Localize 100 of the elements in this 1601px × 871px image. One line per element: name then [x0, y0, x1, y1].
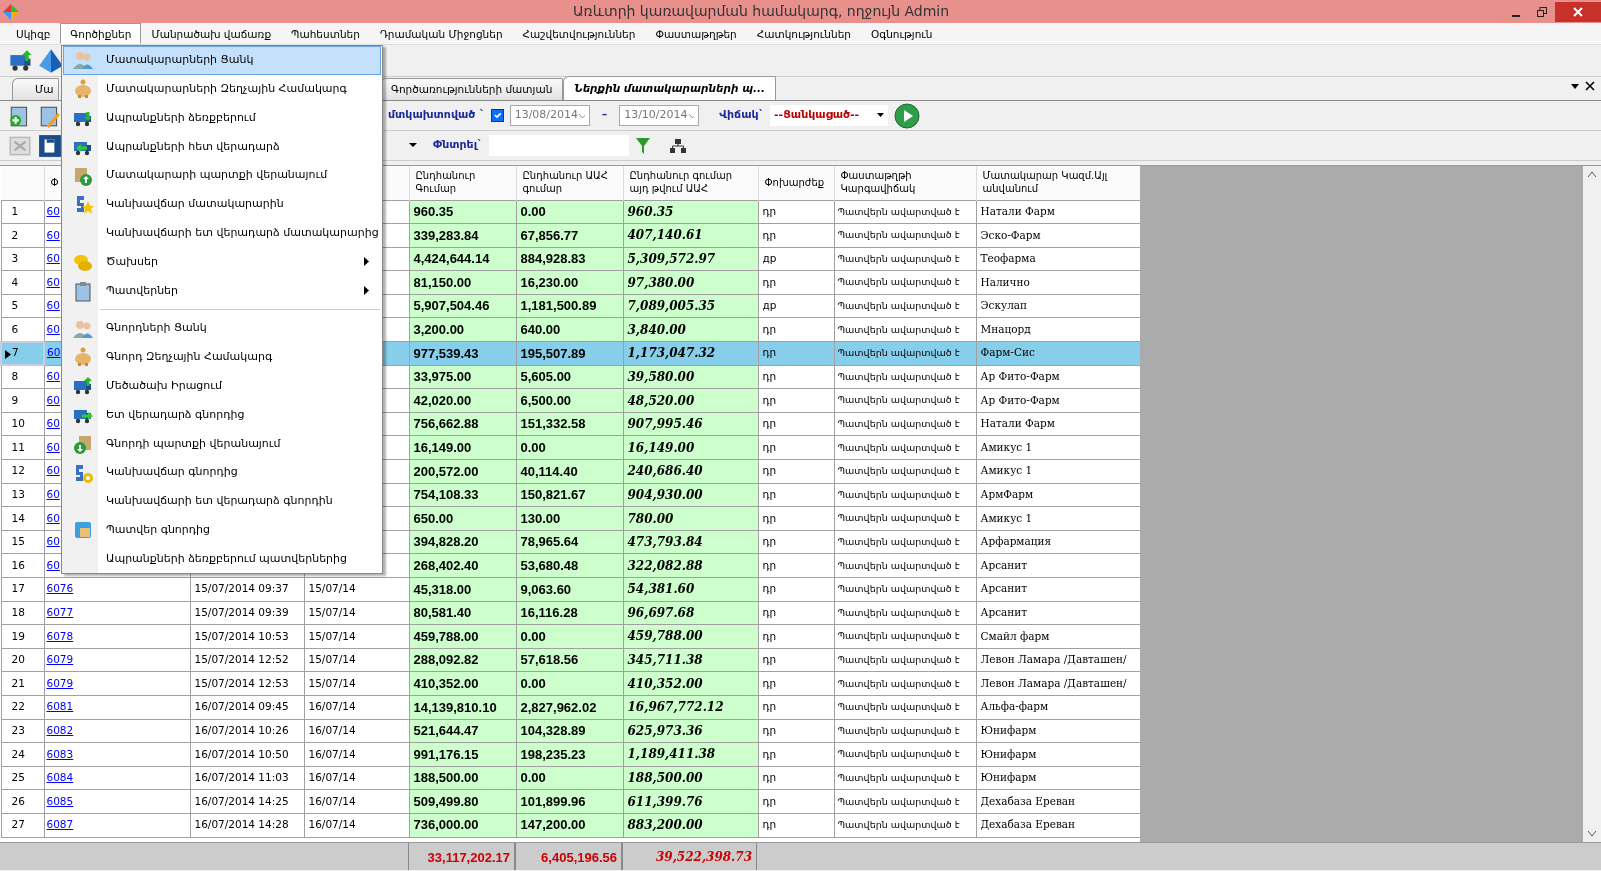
tab[interactable]: Մա — [12, 78, 59, 100]
document-link[interactable]: 6079 — [46, 676, 74, 689]
table-cell: 16,149.00 — [409, 435, 516, 460]
caret-icon[interactable] — [409, 143, 417, 148]
menu-item[interactable]: Օգնություն — [861, 23, 943, 44]
menu-item[interactable]: Մատակարարի պարտքի վերանայում — [63, 161, 381, 190]
table-cell: 45,318.00 — [409, 577, 516, 602]
menu-item[interactable]: Հատկություններ — [746, 23, 861, 44]
document-link[interactable]: 6087 — [46, 818, 74, 831]
table-cell: Պատվերն ավարտված է — [834, 388, 976, 413]
document-link[interactable]: 6077 — [46, 606, 74, 618]
document-link[interactable]: 60 — [46, 488, 60, 501]
table-row[interactable]: 22 6081 16/07/2014 09:45 16/07/14 14,139,810.10 2,827,962.02 16,967,772.12 դր Պատվերն ավարտված է Альфа-фарм — [1, 695, 1140, 720]
table-cell: 4,424,644.14 — [409, 247, 516, 271]
document-link[interactable]: 60 — [46, 511, 60, 524]
state-dropdown[interactable]: --Ցանկացած-- — [770, 105, 889, 126]
menu-item[interactable]: Սկիզբ — [6, 23, 61, 44]
table-row[interactable]: 25 6084 16/07/2014 11:03 16/07/14 188,500.00 0.00 188,500.00 դր Պատվերն ավարտված է Юнифарм — [1, 766, 1140, 790]
date-filter-checkbox[interactable] — [490, 109, 504, 122]
table-cell: 78,965.64 — [516, 530, 623, 554]
document-link[interactable]: 60 — [46, 252, 60, 265]
menu-item[interactable]: Գործիքներ — [60, 23, 142, 44]
table-cell: 198,235.23 — [516, 742, 623, 767]
document-link[interactable]: 60 — [46, 393, 60, 406]
document-link[interactable]: 60 — [46, 464, 60, 477]
scroll-down-icon[interactable] — [1587, 830, 1597, 838]
table-row[interactable]: 26 6085 16/07/2014 14:25 16/07/14 509,499.80 101,899.96 611,399.76 դր Պատվերն ավարտված է Дехабаза Ереван — [1, 789, 1140, 814]
play-button[interactable] — [894, 102, 921, 129]
tab-list-icon[interactable] — [1569, 81, 1580, 91]
table-cell: 754,108.33 — [409, 483, 516, 507]
table-row[interactable]: 24 6083 16/07/2014 10:50 16/07/14 991,176.15 198,235.23 1,189,411.38 դր Պատվերն ավարտված է Юнифарм — [1, 742, 1140, 767]
table-row[interactable]: 27 6087 16/07/2014 14:28 16/07/14 736,000.00 147,200.00 883,200.00 դր Պատվերն ավարտված է Дехабаза Ереван — [1, 813, 1140, 838]
table-row[interactable]: 17 6076 15/07/2014 09:37 15/07/14 45,318.00 9,063.60 54,381.60 դր Պատվերն ավարտված է Арсанит — [1, 577, 1140, 602]
document-link[interactable]: 60 — [46, 322, 60, 335]
column-header: Մատակարար Կազմ.Այլ անվանում — [982, 170, 1108, 194]
table-cell: 16/07/14 — [308, 724, 356, 736]
menu-item[interactable]: Ապրանքների հետ վերադարձ — [63, 132, 381, 162]
table-cell: դր — [758, 223, 834, 248]
column-header: Ընդհանուր գումար այդ թվում ԱԱՀ — [629, 170, 733, 194]
document-link[interactable]: 60 — [46, 299, 60, 312]
restore-icon — [1537, 6, 1547, 17]
table-row[interactable]: 21 6079 15/07/2014 12:53 15/07/14 410,352.00 0.00 410,352.00 դր Պատվերն ավարտված է Левон Ламара /Давташен/ — [1, 671, 1140, 696]
document-link[interactable]: 60 — [46, 440, 60, 453]
table-row[interactable]: 18 6077 15/07/2014 09:39 15/07/14 80,581.40 16,116.28 96,697.68 դր Պատվերն ավարտված է Арсанит — [1, 601, 1140, 625]
close-icon[interactable] — [1585, 81, 1595, 91]
table-cell: դր — [758, 388, 834, 413]
row-number: 4 — [1, 270, 44, 295]
document-link[interactable]: 6078 — [46, 629, 74, 642]
menu-item[interactable]: Հաշվետվություններ — [512, 23, 646, 44]
row-number: 24 — [1, 742, 44, 767]
table-cell: 81,150.00 — [409, 270, 516, 295]
total-cell: 33,117,202.17 — [408, 843, 515, 870]
menu-item[interactable]: Մատակարարների Զեղչային Համակարգ — [63, 74, 381, 104]
row-number: 11 — [1, 435, 44, 460]
menu-item[interactable]: Ապրանքների ձեռքբերում — [63, 103, 381, 133]
table-cell: 991,176.15 — [409, 742, 516, 767]
document-link[interactable]: 60 — [46, 558, 60, 571]
menu-item[interactable]: Պահեստներ — [281, 23, 370, 44]
window-title: Առևտրի կառավարման համակարգ, ողջույն Admin — [571, 2, 951, 21]
document-link[interactable]: 6082 — [46, 724, 74, 736]
hierarchy-icon[interactable] — [668, 137, 687, 154]
table-cell: 756,662.88 — [409, 412, 516, 436]
document-link[interactable]: 6083 — [46, 747, 74, 760]
menu-item[interactable]: Փաստաթղթեր — [645, 23, 747, 44]
row-number: 26 — [1, 789, 44, 814]
table-row[interactable]: 20 6079 15/07/2014 12:52 15/07/14 288,092.82 57,618.56 345,711.38 դր Պատվերն ավարտված է Левон Ламара /Давташен/ — [1, 648, 1140, 672]
table-cell: др — [758, 247, 834, 271]
search-label: Փնտրել` — [433, 137, 483, 154]
menu-item[interactable]: Մատակարարների Ցանկ — [63, 46, 381, 75]
table-row[interactable]: 23 6082 16/07/2014 10:26 16/07/14 521,644.47 104,328.89 625,973.36 դր Պատվերն ավարտված է Юнифарм — [1, 719, 1140, 743]
close-button[interactable] — [1555, 1, 1601, 22]
document-link[interactable]: 60 — [46, 275, 60, 288]
filter-icon[interactable] — [634, 136, 651, 155]
column-header: Ընդհանուր ԱԱՀ գումար — [522, 170, 608, 194]
table-cell: 195,507.89 — [516, 341, 623, 366]
table-row[interactable]: 19 6078 15/07/2014 10:53 15/07/14 459,788.00 0.00 459,788.00 դր Պատվերն ավարտված է Смайл фарм — [1, 624, 1140, 649]
document-link[interactable]: 6084 — [46, 771, 74, 784]
table-cell: Պատվերն ավարտված է — [834, 530, 976, 554]
document-link[interactable]: 60 — [46, 535, 60, 548]
document-link[interactable]: 6079 — [46, 653, 74, 666]
date-field[interactable]: 13/08/2014 — [509, 105, 590, 126]
table-cell: 16,149.00 — [623, 435, 758, 460]
tab[interactable]: Ներքին մատակարարների պ... — [563, 76, 777, 100]
document-link[interactable]: 6085 — [46, 794, 74, 807]
document-link[interactable]: 6081 — [46, 700, 74, 713]
document-link[interactable]: 60 — [46, 370, 60, 383]
document-link[interactable]: 60 — [46, 204, 60, 217]
scroll-up-icon[interactable] — [1587, 170, 1597, 178]
table-cell: Պատվերն ավարտված է — [834, 435, 976, 460]
table-cell: դր — [758, 577, 834, 602]
document-link[interactable]: 60 — [47, 346, 61, 359]
document-link[interactable]: 60 — [46, 417, 60, 430]
menu-item[interactable]: Մանրածախ վաճառք — [141, 23, 282, 44]
tab[interactable]: Գործառությունների մատյան — [380, 78, 564, 100]
date-field[interactable]: 13/10/2014 — [619, 105, 700, 126]
vertical-scrollbar[interactable] — [1583, 166, 1601, 842]
table-cell: 883,200.00 — [623, 813, 758, 838]
document-link[interactable]: 60 — [46, 228, 60, 241]
menu-item[interactable]: Դրամական Միջոցներ — [369, 23, 513, 44]
document-link[interactable]: 6076 — [46, 582, 74, 595]
